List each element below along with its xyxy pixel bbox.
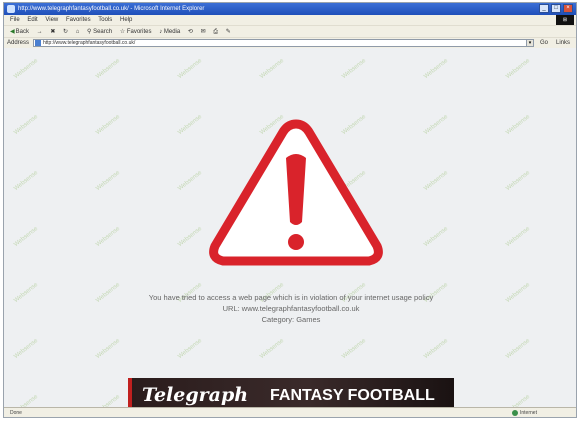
menu-file[interactable]: File	[10, 15, 20, 25]
menu-favorites[interactable]: Favorites	[66, 15, 91, 25]
forward-arrow-icon: →	[36, 29, 43, 35]
watermark-logo: Websense	[423, 225, 450, 249]
favorites-label: Favorites	[126, 29, 152, 35]
watermark-logo: Websense	[177, 169, 204, 193]
watermark-logo: Websense	[423, 57, 450, 81]
status-text: Done	[10, 410, 22, 416]
watermark-logo: Websense	[505, 113, 532, 137]
address-input[interactable]: http://www.telegraphfantasyfootball.co.u…	[33, 39, 529, 47]
watermark-logo: Websense	[423, 337, 450, 361]
watermark-logo: Websense	[13, 337, 40, 361]
status-bar: Done Internet	[4, 407, 576, 417]
menu-edit[interactable]: Edit	[27, 15, 37, 25]
watermark-logo: Websense	[423, 113, 450, 137]
window-controls: _ □ ×	[539, 4, 573, 13]
menu-view[interactable]: View	[45, 15, 58, 25]
blocked-category: Category: Games	[261, 315, 321, 324]
watermark-logo: Websense	[341, 57, 368, 81]
watermark-logo: Websense	[95, 57, 122, 81]
watermark-logo: Websense	[95, 169, 122, 193]
watermark-logo: Websense	[177, 337, 204, 361]
watermark-logo: Websense	[341, 337, 368, 361]
menu-help[interactable]: Help	[120, 15, 132, 25]
window-title: http://www.telegraphfantasyfootball.co.u…	[18, 6, 205, 12]
watermark-logo: Websense	[177, 57, 204, 81]
ie-icon	[7, 5, 15, 13]
watermark-logo: Websense	[505, 225, 532, 249]
watermark-logo: Websense	[259, 337, 286, 361]
watermark-logo: Websense	[95, 113, 122, 137]
watermark-logo: Websense	[13, 57, 40, 81]
address-dropdown-button[interactable]: ▾	[526, 39, 534, 47]
watermark-logo: Websense	[95, 337, 122, 361]
banner-product: FANTASY FOOTBALL	[270, 387, 435, 404]
windows-logo-icon: ⊞	[556, 15, 574, 25]
watermark-logo: Websense	[177, 225, 204, 249]
maximize-button[interactable]: □	[551, 4, 561, 13]
search-icon: ⚲	[87, 29, 92, 35]
media-label: Media	[163, 29, 181, 35]
browser-window: http://www.telegraphfantasyfootball.co.u…	[3, 2, 577, 418]
warning-triangle-icon	[209, 119, 383, 266]
zone-label: Internet	[520, 410, 537, 416]
watermark-logo: Websense	[13, 225, 40, 249]
watermark-logo: Websense	[13, 169, 40, 193]
media-icon: ♪	[159, 29, 163, 35]
page-icon	[35, 40, 41, 46]
menu-tools[interactable]: Tools	[98, 15, 112, 25]
block-message: You have tried to access a web page whic…	[4, 292, 576, 325]
internet-zone-icon	[512, 409, 518, 416]
blocked-url: URL: www.telegraphfantasyfootball.co.uk	[222, 304, 360, 313]
watermark-logo: Websense	[505, 57, 532, 81]
watermark-logo: Websense	[505, 337, 532, 361]
watermark-logo: Websense	[259, 57, 286, 81]
watermark-logo: Websense	[505, 169, 532, 193]
close-button[interactable]: ×	[563, 4, 573, 13]
banner-brand: Telegraph	[142, 384, 249, 406]
security-zone: Internet	[512, 408, 537, 417]
watermark-logo: Websense	[13, 113, 40, 137]
page-content: Websense Websense Websense Websense Websense…	[4, 48, 576, 409]
menu-bar: File Edit View Favorites Tools Help ⊞	[4, 15, 576, 25]
back-label: Back	[15, 29, 29, 35]
search-label: Search	[93, 29, 113, 35]
violation-text: You have tried to access a web page whic…	[148, 293, 434, 302]
minimize-button[interactable]: _	[539, 4, 549, 13]
watermark-logo: Websense	[95, 225, 122, 249]
watermark-logo: Websense	[177, 113, 204, 137]
title-bar: http://www.telegraphfantasyfootball.co.u…	[4, 3, 576, 15]
watermark-logo: Websense	[423, 169, 450, 193]
address-url: http://www.telegraphfantasyfootball.co.u…	[43, 40, 136, 46]
star-icon: ☆	[119, 29, 126, 35]
back-arrow-icon: ◀	[10, 29, 15, 35]
